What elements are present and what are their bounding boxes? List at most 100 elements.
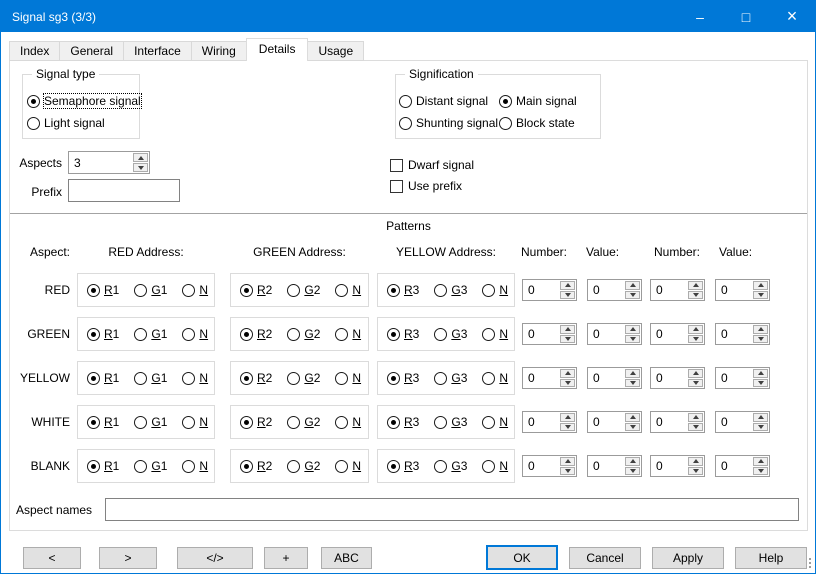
spin-up-button[interactable]: [688, 457, 703, 466]
minimize-icon[interactable]: –: [677, 1, 723, 32]
footer-button-item[interactable]: <: [23, 547, 81, 569]
radio-r3[interactable]: R3: [387, 458, 419, 474]
radio-n[interactable]: N: [335, 282, 361, 298]
radio-n[interactable]: N: [182, 414, 208, 430]
help-button[interactable]: Help: [735, 547, 807, 569]
radio-n[interactable]: N: [182, 326, 208, 342]
pattern-spinner-yellow-1[interactable]: 0: [522, 367, 577, 389]
pattern-spinner-green-1[interactable]: 0: [522, 323, 577, 345]
spin-down-button[interactable]: [560, 379, 575, 388]
radio-r2[interactable]: R2: [240, 414, 272, 430]
spin-up-button[interactable]: [625, 413, 640, 422]
close-icon[interactable]: ×: [769, 1, 815, 32]
prefix-input[interactable]: [68, 179, 180, 202]
spin-up-button[interactable]: [625, 457, 640, 466]
radio-r3[interactable]: R3: [387, 414, 419, 430]
pattern-spinner-yellow-4[interactable]: 0: [715, 367, 770, 389]
radio-g3[interactable]: G3: [434, 282, 467, 298]
radio-g1[interactable]: G1: [134, 326, 167, 342]
radio-r2[interactable]: R2: [240, 326, 272, 342]
tab-index[interactable]: Index: [9, 41, 60, 61]
radio-r2[interactable]: R2: [240, 282, 272, 298]
spin-down-button[interactable]: [688, 335, 703, 344]
radio-n[interactable]: N: [335, 326, 361, 342]
footer-button-item[interactable]: +: [264, 547, 308, 569]
radio-semaphore-signal[interactable]: Semaphore signal: [27, 93, 141, 109]
spin-down-button[interactable]: [625, 423, 640, 432]
dwarf-signal-checkbox[interactable]: Dwarf signal: [390, 157, 474, 173]
radio-g1[interactable]: G1: [134, 458, 167, 474]
spin-up-button[interactable]: [688, 281, 703, 290]
spin-down-button[interactable]: [688, 467, 703, 476]
aspects-spinner[interactable]: 3: [68, 151, 150, 174]
pattern-spinner-yellow-2[interactable]: 0: [587, 367, 642, 389]
spin-down-button[interactable]: [753, 335, 768, 344]
radio-r2[interactable]: R2: [240, 370, 272, 386]
tab-details[interactable]: Details: [246, 38, 309, 61]
radio-g1[interactable]: G1: [134, 370, 167, 386]
radio-g2[interactable]: G2: [287, 370, 320, 386]
radio-light-signal[interactable]: Light signal: [27, 115, 105, 131]
pattern-spinner-yellow-3[interactable]: 0: [650, 367, 705, 389]
radio-g3[interactable]: G3: [434, 326, 467, 342]
spin-up-button[interactable]: [625, 325, 640, 334]
radio-n[interactable]: N: [482, 370, 508, 386]
spin-up-button[interactable]: [133, 153, 148, 162]
spin-up-button[interactable]: [753, 457, 768, 466]
radio-r1[interactable]: R1: [87, 458, 119, 474]
spin-down-button[interactable]: [753, 379, 768, 388]
radio-r2[interactable]: R2: [240, 458, 272, 474]
radio-n[interactable]: N: [482, 326, 508, 342]
pattern-spinner-white-1[interactable]: 0: [522, 411, 577, 433]
spin-up-button[interactable]: [560, 369, 575, 378]
radio-g2[interactable]: G2: [287, 414, 320, 430]
radio-g1[interactable]: G1: [134, 282, 167, 298]
maximize-icon[interactable]: □: [723, 1, 769, 32]
radio-r3[interactable]: R3: [387, 282, 419, 298]
pattern-spinner-red-2[interactable]: 0: [587, 279, 642, 301]
radio-n[interactable]: N: [335, 414, 361, 430]
tab-usage[interactable]: Usage: [307, 41, 364, 61]
radio-g3[interactable]: G3: [434, 458, 467, 474]
spin-up-button[interactable]: [753, 325, 768, 334]
spin-down-button[interactable]: [625, 291, 640, 300]
pattern-spinner-white-4[interactable]: 0: [715, 411, 770, 433]
radio-g2[interactable]: G2: [287, 326, 320, 342]
radio-n[interactable]: N: [482, 414, 508, 430]
radio-shunting-signal[interactable]: Shunting signal: [399, 115, 498, 131]
tab-interface[interactable]: Interface: [123, 41, 192, 61]
radio-r1[interactable]: R1: [87, 326, 119, 342]
spin-down-button[interactable]: [560, 467, 575, 476]
spin-up-button[interactable]: [753, 281, 768, 290]
spin-down-button[interactable]: [753, 467, 768, 476]
spin-up-button[interactable]: [625, 369, 640, 378]
radio-distant-signal[interactable]: Distant signal: [399, 93, 488, 109]
radio-r3[interactable]: R3: [387, 326, 419, 342]
pattern-spinner-green-3[interactable]: 0: [650, 323, 705, 345]
spin-up-button[interactable]: [688, 369, 703, 378]
spin-up-button[interactable]: [560, 457, 575, 466]
footer-button-item[interactable]: </>: [177, 547, 253, 569]
apply-button[interactable]: Apply: [652, 547, 724, 569]
radio-g1[interactable]: G1: [134, 414, 167, 430]
spin-down-button[interactable]: [753, 423, 768, 432]
spin-down-button[interactable]: [133, 163, 148, 172]
spin-down-button[interactable]: [560, 335, 575, 344]
radio-g2[interactable]: G2: [287, 458, 320, 474]
footer-button-item[interactable]: >: [99, 547, 157, 569]
pattern-spinner-white-3[interactable]: 0: [650, 411, 705, 433]
radio-r3[interactable]: R3: [387, 370, 419, 386]
radio-n[interactable]: N: [482, 282, 508, 298]
spin-up-button[interactable]: [753, 413, 768, 422]
spin-up-button[interactable]: [560, 413, 575, 422]
spin-up-button[interactable]: [688, 413, 703, 422]
spin-down-button[interactable]: [625, 335, 640, 344]
radio-r1[interactable]: R1: [87, 414, 119, 430]
aspect-names-input[interactable]: [105, 498, 799, 521]
footer-button-abc[interactable]: ABC: [321, 547, 372, 569]
spin-down-button[interactable]: [560, 291, 575, 300]
pattern-spinner-green-4[interactable]: 0: [715, 323, 770, 345]
spin-up-button[interactable]: [688, 325, 703, 334]
use-prefix-checkbox[interactable]: Use prefix: [390, 178, 462, 194]
radio-n[interactable]: N: [182, 282, 208, 298]
